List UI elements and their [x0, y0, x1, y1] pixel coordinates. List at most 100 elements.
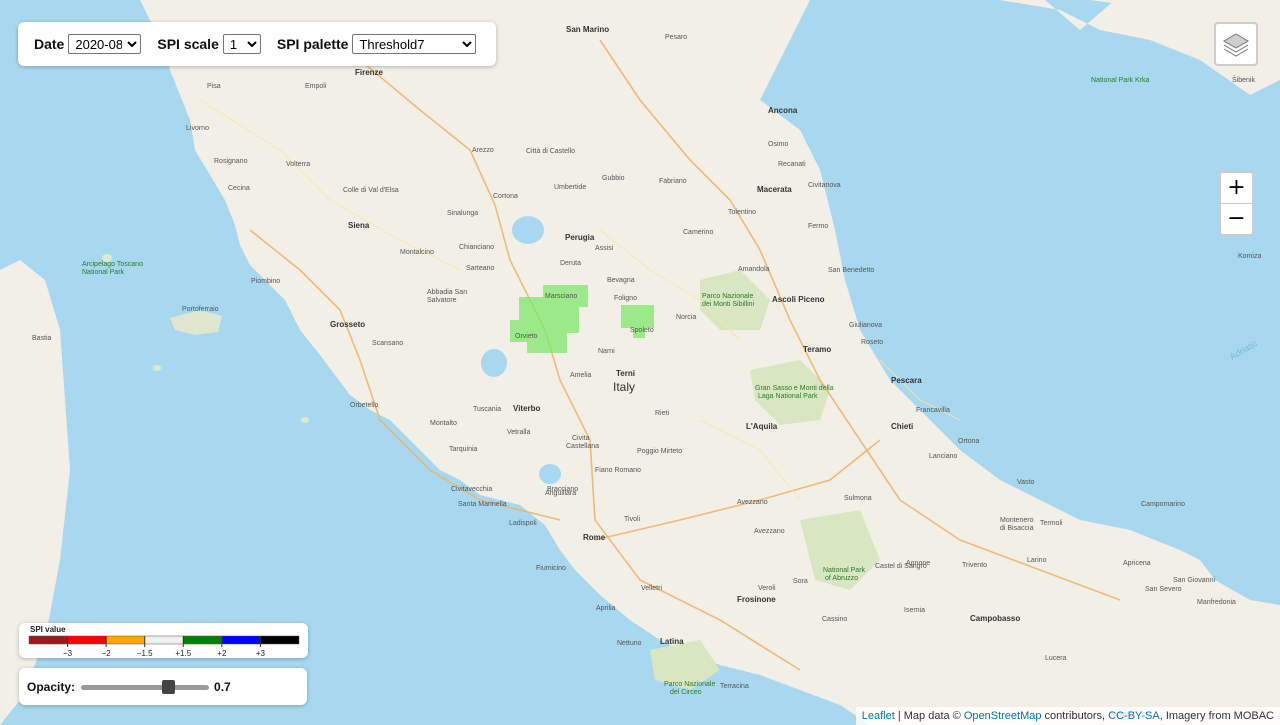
svg-text:Avezzano: Avezzano [737, 499, 768, 506]
svg-text:Livorno: Livorno [186, 125, 209, 132]
osm-link[interactable]: OpenStreetMap [964, 710, 1042, 722]
svg-text:Norcia: Norcia [676, 314, 696, 321]
svg-text:Fermo: Fermo [808, 223, 828, 230]
svg-text:Parco Nazionale: Parco Nazionale [702, 293, 753, 300]
svg-text:Poggio Mirteto: Poggio Mirteto [637, 448, 682, 455]
svg-text:Civita: Civita [572, 435, 590, 442]
svg-text:Frosinone: Frosinone [737, 595, 776, 604]
svg-text:Foligno: Foligno [614, 295, 637, 302]
svg-text:Gran Sasso e Monti della: Gran Sasso e Monti della [755, 385, 834, 392]
svg-text:Spoleto: Spoleto [630, 327, 654, 334]
svg-text:Assisi: Assisi [595, 245, 614, 252]
svg-text:Cortona: Cortona [493, 193, 518, 200]
svg-text:Italy: Italy [613, 380, 635, 394]
svg-text:Deruta: Deruta [560, 260, 581, 267]
license-link[interactable]: CC-BY-SA [1108, 710, 1160, 722]
spi-palette-label: SPI palette [276, 36, 349, 52]
svg-text:Ascoli Piceno: Ascoli Piceno [772, 295, 825, 304]
zoom-in-button[interactable]: + [1221, 173, 1252, 204]
svg-text:Cassino: Cassino [822, 616, 847, 623]
legend-swatch [221, 636, 261, 644]
svg-text:Colle di Val d'Elsa: Colle di Val d'Elsa [343, 187, 399, 194]
svg-text:Lanciano: Lanciano [929, 453, 958, 460]
legend-tick-label: −3 [63, 649, 73, 658]
svg-text:Teramo: Teramo [803, 345, 831, 354]
spi-palette-select[interactable]: Threshold7 [352, 34, 477, 54]
svg-text:Recanati: Recanati [778, 161, 806, 168]
svg-text:Pesaro: Pesaro [665, 34, 687, 41]
svg-text:Aprilia: Aprilia [596, 605, 616, 612]
legend-swatch [106, 636, 145, 644]
svg-text:Volterra: Volterra [286, 161, 310, 168]
attribution: Leaflet | Map data © OpenStreetMap contr… [855, 707, 1280, 725]
svg-text:Montalcino: Montalcino [400, 249, 434, 256]
layers-control-button[interactable] [1214, 22, 1258, 66]
map-canvas[interactable]: San Marino Pesaro Firenze Pisa Livorno E… [0, 0, 1280, 725]
legend-swatch [67, 636, 107, 644]
svg-text:Salvatore: Salvatore [427, 297, 457, 304]
legend-tick-label: +1.5 [175, 649, 191, 658]
svg-text:Giulianova: Giulianova [849, 322, 882, 329]
svg-text:Scansano: Scansano [372, 340, 403, 347]
leaflet-link[interactable]: Leaflet [862, 710, 895, 722]
svg-text:Portoferraio: Portoferraio [182, 306, 219, 313]
svg-text:Tolentino: Tolentino [728, 209, 756, 216]
layers-icon [1223, 33, 1249, 57]
svg-text:Montalto: Montalto [430, 420, 457, 427]
opacity-value: 0.7 [214, 679, 231, 694]
svg-text:Rome: Rome [583, 533, 606, 542]
svg-text:Fabriano: Fabriano [659, 178, 687, 185]
svg-text:Chieti: Chieti [891, 422, 913, 431]
svg-text:Orvieto: Orvieto [515, 333, 538, 340]
svg-text:Avezzano: Avezzano [754, 528, 785, 535]
opacity-slider[interactable] [81, 679, 210, 694]
svg-text:National Park: National Park [82, 269, 125, 276]
svg-text:Latina: Latina [660, 637, 684, 646]
svg-text:dei Monti Sibillini: dei Monti Sibillini [702, 301, 755, 308]
basemap: San Marino Pesaro Firenze Pisa Livorno E… [0, 0, 1280, 725]
opacity-label: Opacity: [27, 679, 76, 694]
svg-text:Laga National Park: Laga National Park [758, 393, 818, 400]
svg-text:Montenero: Montenero [1000, 517, 1034, 524]
svg-text:Sinalunga: Sinalunga [447, 210, 478, 217]
date-select[interactable]: 2020-08 [68, 34, 142, 54]
svg-text:Osimo: Osimo [768, 141, 788, 148]
svg-text:di Bisaccia: di Bisaccia [1000, 525, 1034, 532]
svg-text:Agnone: Agnone [906, 560, 930, 567]
svg-text:Narni: Narni [598, 348, 615, 355]
svg-text:Empoli: Empoli [305, 83, 327, 90]
svg-text:Terracina: Terracina [720, 683, 749, 690]
legend-tick-label: −2 [102, 649, 112, 658]
opacity-slider-track [81, 684, 210, 690]
svg-text:Fiumicino: Fiumicino [536, 565, 566, 572]
spi-scale-select[interactable]: 1 [222, 34, 261, 54]
opacity-slider-thumb[interactable] [161, 679, 175, 694]
svg-text:Abbadia San: Abbadia San [427, 289, 467, 296]
svg-text:Perugia: Perugia [565, 233, 595, 242]
svg-text:Firenze: Firenze [355, 68, 384, 77]
svg-text:Fiano Romano: Fiano Romano [595, 467, 641, 474]
svg-text:Grosseto: Grosseto [330, 320, 365, 329]
svg-text:Vasto: Vasto [1017, 479, 1034, 486]
svg-text:Velletri: Velletri [641, 585, 662, 592]
svg-text:Siena: Siena [348, 221, 370, 230]
svg-text:Tarquinia: Tarquinia [449, 446, 478, 453]
spi-scale-label: SPI scale [157, 36, 219, 52]
svg-text:L'Aquila: L'Aquila [746, 422, 778, 431]
svg-text:Pescara: Pescara [891, 376, 922, 385]
svg-text:Isernia: Isernia [904, 607, 925, 614]
svg-text:Termoli: Termoli [1040, 520, 1063, 527]
svg-text:Ortona: Ortona [958, 438, 980, 445]
svg-text:Vetralla: Vetralla [507, 429, 530, 436]
svg-text:Chianciano: Chianciano [459, 244, 494, 251]
legend-swatch [260, 636, 299, 644]
svg-text:Amandola: Amandola [738, 266, 770, 273]
svg-text:Camerino: Camerino [683, 229, 713, 236]
zoom-out-button[interactable]: − [1221, 204, 1252, 234]
legend-tick-label: +3 [256, 649, 266, 658]
svg-text:Cecina: Cecina [228, 185, 250, 192]
svg-text:Amelia: Amelia [570, 372, 592, 379]
svg-text:Arcipelago Toscano: Arcipelago Toscano [82, 261, 143, 268]
opacity-control: Opacity: 0.7 [19, 668, 307, 705]
svg-text:of Abruzzo: of Abruzzo [825, 575, 858, 582]
